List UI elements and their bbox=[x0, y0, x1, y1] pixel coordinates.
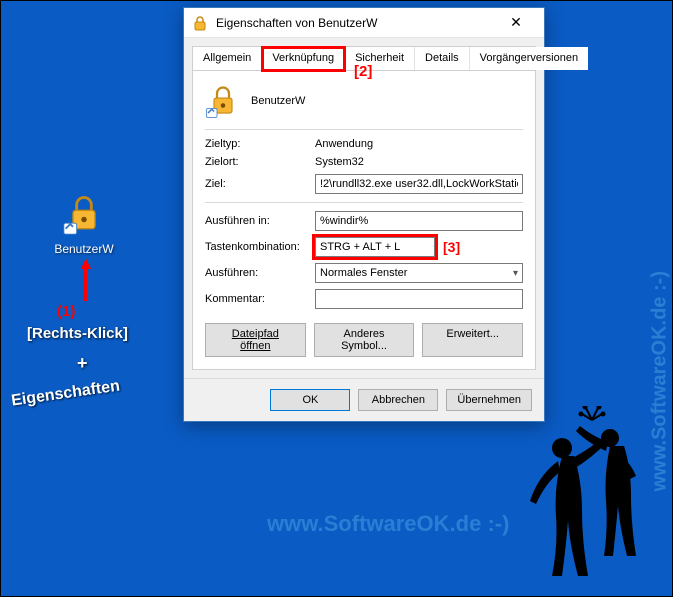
zieltyp-value: Anwendung bbox=[315, 138, 523, 150]
dateipfad-oeffnen-button[interactable]: Dateipfad öffnen bbox=[205, 323, 306, 357]
tab-allgemein[interactable]: Allgemein bbox=[193, 47, 262, 70]
divider bbox=[205, 129, 523, 130]
ziel-label: Ziel: bbox=[205, 178, 315, 190]
anderes-symbol-button[interactable]: Anderes Symbol... bbox=[314, 323, 415, 357]
tab-panel: BenutzerW Zieltyp: Anwendung Zielort: Sy… bbox=[192, 70, 536, 370]
shortcut-name: BenutzerW bbox=[251, 95, 305, 107]
annotation-2: [2] bbox=[354, 63, 372, 80]
tastenkombination-label: Tastenkombination: bbox=[205, 241, 315, 253]
zielort-label: Zielort: bbox=[205, 156, 315, 168]
lock-icon bbox=[192, 15, 208, 31]
annotation-rightclick: [Rechts-Klick] bbox=[27, 325, 128, 342]
titlebar[interactable]: Eigenschaften von BenutzerW ✕ bbox=[184, 8, 544, 38]
annotation-plus: + bbox=[77, 353, 88, 374]
dialog-button-bar: OK Abbrechen Übernehmen bbox=[184, 378, 544, 421]
action-button-row: Dateipfad öffnen Anderes Symbol... Erwei… bbox=[205, 323, 523, 357]
lock-icon bbox=[59, 189, 109, 239]
watermark-bottom: www.SoftwareOK.de :-) bbox=[267, 511, 509, 537]
shortcut-header: BenutzerW bbox=[205, 83, 523, 119]
silhouette-figures bbox=[514, 406, 654, 586]
dialog-title: Eigenschaften von BenutzerW bbox=[216, 16, 496, 30]
tab-verknuepfung[interactable]: Verknüpfung bbox=[262, 47, 345, 71]
chevron-down-icon: ▾ bbox=[513, 268, 518, 279]
ausfuehren-combobox[interactable]: Normales Fenster ▾ bbox=[315, 263, 523, 283]
ziel-input[interactable] bbox=[315, 174, 523, 194]
tab-details[interactable]: Details bbox=[415, 47, 470, 70]
divider bbox=[205, 202, 523, 203]
uebernehmen-button[interactable]: Übernehmen bbox=[446, 389, 532, 411]
ausfuehren-in-label: Ausführen in: bbox=[205, 215, 315, 227]
annotation-properties: Eigenschaften bbox=[10, 377, 121, 410]
erweitert-button[interactable]: Erweitert... bbox=[422, 323, 523, 357]
tastenkombination-input[interactable] bbox=[315, 237, 435, 257]
zieltyp-label: Zieltyp: bbox=[205, 138, 315, 150]
ok-button[interactable]: OK bbox=[270, 389, 350, 411]
zielort-value: System32 bbox=[315, 156, 523, 168]
desktop-shortcut[interactable]: BenutzerW bbox=[39, 189, 129, 256]
close-button[interactable]: ✕ bbox=[496, 9, 536, 37]
annotation-3: [3] bbox=[443, 239, 460, 255]
arrow-shaft bbox=[84, 265, 87, 301]
ausfuehren-value: Normales Fenster bbox=[320, 267, 407, 279]
ausfuehren-in-input[interactable] bbox=[315, 211, 523, 231]
kommentar-label: Kommentar: bbox=[205, 293, 315, 305]
ausfuehren-label: Ausführen: bbox=[205, 267, 315, 279]
abbrechen-button[interactable]: Abbrechen bbox=[358, 389, 438, 411]
kommentar-input[interactable] bbox=[315, 289, 523, 309]
close-icon: ✕ bbox=[510, 14, 522, 31]
dialog-content: Allgemein Verknüpfung Sicherheit Details… bbox=[184, 38, 544, 378]
tab-vorgaengerversionen[interactable]: Vorgängerversionen bbox=[470, 47, 588, 70]
annotation-1: (1) bbox=[57, 303, 75, 320]
lock-icon bbox=[205, 83, 241, 119]
